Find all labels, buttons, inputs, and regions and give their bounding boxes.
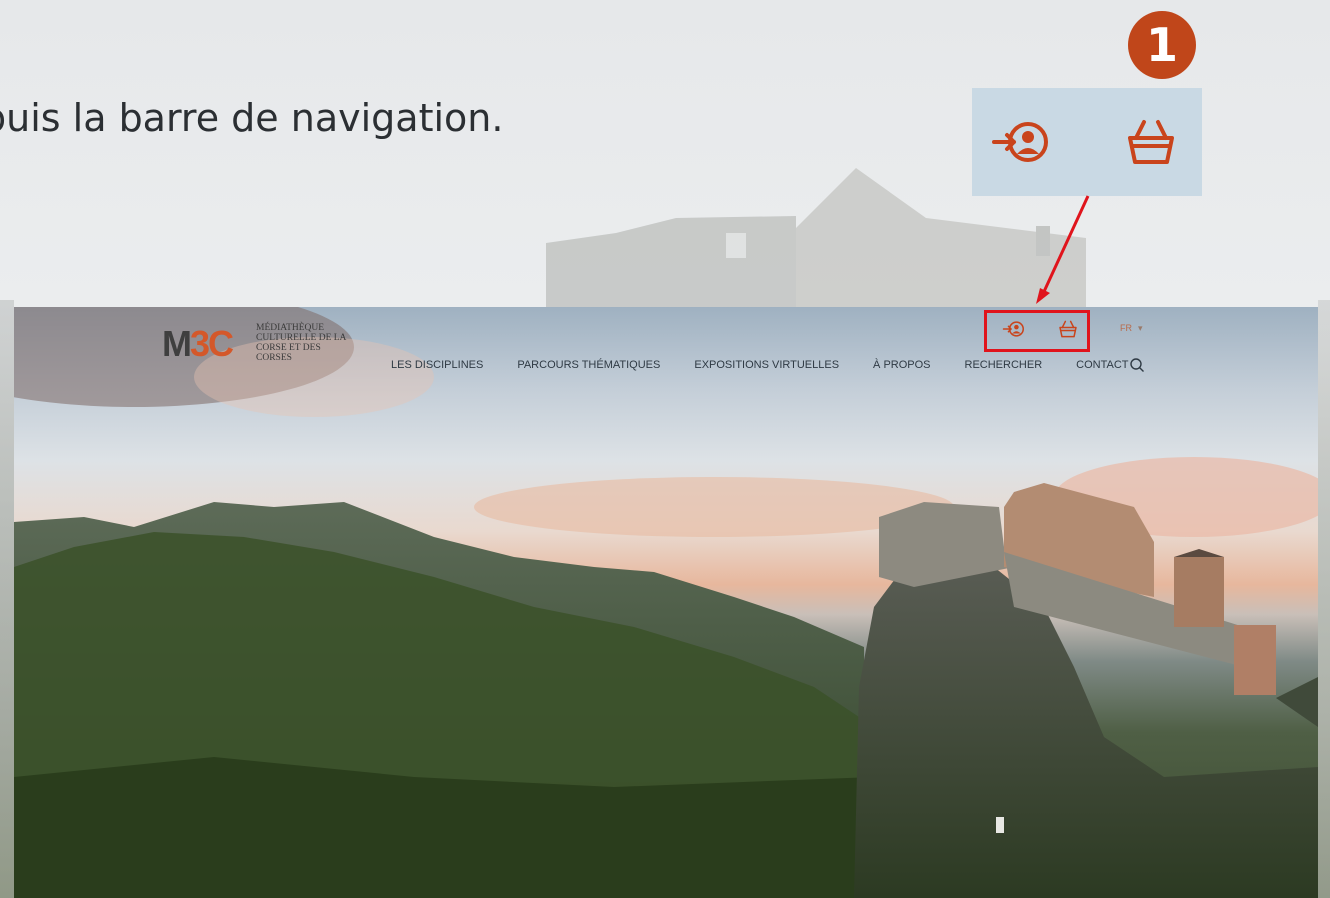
search-icon[interactable] [1129,357,1145,373]
nav-item-expositions[interactable]: EXPOSITIONS VIRTUELLES [694,359,839,375]
language-selector[interactable]: FR ▾ [1120,323,1143,334]
nav-item-disciplines[interactable]: LES DISCIPLINES [391,359,483,375]
site-logo[interactable]: M3C MÉDIATHÈQUE CULTURELLE DE LA CORSE E… [162,317,352,369]
instruction-text: puis la barre de navigation. [0,96,504,140]
cart-icon[interactable] [1057,319,1079,339]
hero-landscape-image [14,307,1318,898]
login-icon [992,122,1048,162]
logo-line: CORSES [256,353,292,363]
logo-mark: M3C [162,323,234,364]
nav-item-a-propos[interactable]: À PROPOS [873,359,930,375]
logo-text: MÉDIATHÈQUE CULTURELLE DE LA CORSE ET DE… [256,323,356,363]
site-header: M3C MÉDIATHÈQUE CULTURELLE DE LA CORSE E… [14,307,1318,387]
logo-line: CULTURELLE DE LA [256,333,347,343]
background-side-right [1318,300,1330,898]
nav-item-rechercher[interactable]: RECHERCHER [965,359,1043,375]
cart-icon [1128,120,1174,164]
nav-item-parcours[interactable]: PARCOURS THÉMATIQUES [517,359,660,375]
background-side-left [0,300,14,898]
login-icon[interactable] [1002,319,1024,339]
chevron-down-icon: ▾ [1138,323,1143,333]
main-nav: LES DISCIPLINES PARCOURS THÉMATIQUES EXP… [384,359,1129,375]
callout-arrow [1036,195,1090,304]
zoom-callout-panel [972,88,1202,196]
language-label: FR [1120,323,1132,333]
logo-line: CORSE ET DES [256,343,321,353]
step-number-badge: 1 [1128,11,1196,79]
logo-line: MÉDIATHÈQUE [256,323,325,333]
nav-item-contact[interactable]: CONTACT [1076,359,1128,375]
website-screenshot: M3C MÉDIATHÈQUE CULTURELLE DE LA CORSE E… [14,307,1318,898]
